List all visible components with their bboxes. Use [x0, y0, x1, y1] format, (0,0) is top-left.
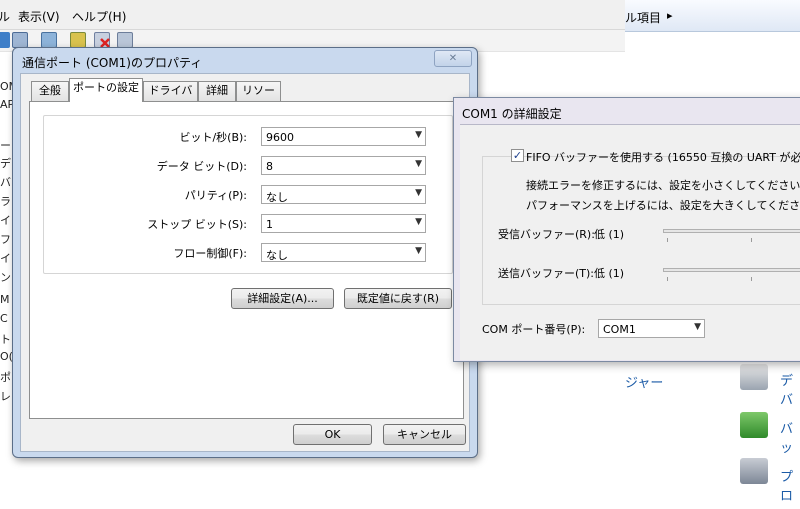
slider-tick	[667, 238, 668, 242]
tree-fragment: ン	[0, 271, 11, 284]
cancel-button[interactable]: キャンセル	[383, 424, 466, 445]
chevron-down-icon: ▼	[694, 322, 701, 332]
dialog-body: 全般 ポートの設定 ドライバー 詳細 リソース ビット/秒(B): 9600 ▼…	[20, 73, 470, 452]
cp-item-label[interactable]: プロ	[780, 466, 800, 504]
tab-details[interactable]: 詳細	[198, 81, 236, 101]
bits-per-second-select[interactable]: 9600 ▼	[261, 127, 426, 146]
tree-fragment: デ	[0, 157, 11, 170]
chevron-down-icon: ▼	[415, 130, 422, 140]
cp-item-label[interactable]: ジャー	[625, 372, 663, 391]
parity-value: なし	[266, 191, 288, 204]
cp-item-label[interactable]: バッ	[780, 418, 800, 456]
slider-tick	[667, 277, 668, 281]
menu-bar: ル 表示(V) ヘルプ(H)	[0, 0, 625, 30]
receive-buffer-slider[interactable]	[663, 229, 800, 233]
help-icon[interactable]	[41, 32, 57, 48]
com-port-number-value: COM1	[603, 323, 636, 336]
advanced-settings-dialog: COM1 の詳細設定 ✓ FIFO バッファーを使用する (16550 互換の …	[453, 97, 800, 362]
transmit-buffer-value: 低 (1)	[594, 267, 625, 280]
uninstall-icon[interactable]	[94, 32, 110, 48]
printer-icon[interactable]	[740, 364, 768, 390]
menu-item-view[interactable]: 表示(V)	[18, 8, 60, 25]
breadcrumb-label[interactable]: ル項目	[625, 9, 661, 26]
cp-item-label[interactable]: デバ	[780, 370, 800, 408]
tab-resources[interactable]: リソース	[236, 81, 281, 115]
com-port-number-label: COM ポート番号(P):	[482, 323, 586, 336]
fifo-checkbox-label[interactable]: FIFO バッファーを使用する (16550 互換の UART が必要)(U	[526, 149, 800, 165]
programs-icon[interactable]	[740, 458, 768, 484]
com-port-number-select[interactable]: COM1 ▼	[598, 319, 705, 338]
tree-fragment: C	[0, 312, 8, 325]
data-bits-label: データ ビット(D):	[156, 160, 247, 173]
dialog-body: ✓ FIFO バッファーを使用する (16550 互換の UART が必要)(U…	[460, 124, 800, 360]
dialog-title: COM1 の詳細設定	[462, 107, 562, 121]
properties-icon[interactable]	[12, 32, 28, 48]
parity-label: パリティ(P):	[184, 189, 247, 202]
tree-fragment: フ	[0, 233, 11, 246]
stop-bits-label: ストップ ビット(S):	[147, 218, 247, 231]
tree-fragment: イ	[0, 252, 11, 265]
tree-fragment: M	[0, 293, 10, 306]
chevron-down-icon: ▼	[415, 246, 422, 256]
data-bits-value: 8	[266, 160, 273, 173]
stop-bits-value: 1	[266, 218, 273, 231]
ok-button[interactable]: OK	[293, 424, 372, 445]
slider-tick	[751, 277, 752, 281]
tab-general[interactable]: 全般	[31, 81, 69, 101]
settings-group: ビット/秒(B): 9600 ▼ データ ビット(D): 8 ▼ パリティ(P)…	[43, 115, 453, 274]
properties-dialog: 通信ポート (COM1)のプロパティ ✕ 全般 ポートの設定 ドライバー 詳細 …	[12, 47, 478, 458]
dialog-title: 通信ポート (COM1)のプロパティ	[22, 56, 203, 70]
tree-fragment: レ	[0, 390, 11, 403]
tree-fragment: イ	[0, 214, 11, 227]
tree-fragment: ト	[0, 333, 11, 346]
flow-control-select[interactable]: なし ▼	[261, 243, 426, 262]
fifo-checkbox[interactable]: ✓	[511, 149, 524, 162]
tree-fragment: ー	[0, 139, 11, 152]
hint-higher: パフォーマンスを上げるには、設定を大きくしてください。	[526, 199, 800, 212]
tree-fragment: ラ	[0, 195, 11, 208]
hint-lower: 接続エラーを修正するには、設定を小さくしてください。	[526, 179, 800, 192]
transmit-buffer-label: 送信バッファー(T):	[498, 267, 595, 280]
back-icon[interactable]	[0, 32, 10, 48]
scan-hardware-icon[interactable]	[117, 32, 133, 48]
tree-fragment: ポ	[0, 371, 11, 384]
backup-icon[interactable]	[740, 412, 768, 438]
breadcrumb[interactable]: ル項目 ▸	[625, 0, 800, 32]
chevron-down-icon: ▼	[415, 188, 422, 198]
tree-fragment: O(	[0, 350, 13, 363]
receive-buffer-label: 受信バッファー(R):	[498, 228, 595, 241]
transmit-buffer-slider[interactable]	[663, 268, 800, 272]
bits-per-second-value: 9600	[266, 131, 294, 144]
flow-control-value: なし	[266, 249, 288, 262]
receive-buffer-value: 低 (1)	[594, 228, 625, 241]
parity-select[interactable]: なし ▼	[261, 185, 426, 204]
tab-driver[interactable]: ドライバー	[143, 81, 198, 115]
breadcrumb-arrow-icon[interactable]: ▸	[667, 9, 673, 22]
bits-per-second-label: ビット/秒(B):	[179, 131, 247, 144]
tree-fragment: バ	[0, 176, 11, 189]
update-driver-icon[interactable]	[70, 32, 86, 48]
stop-bits-select[interactable]: 1 ▼	[261, 214, 426, 233]
restore-defaults-button[interactable]: 既定値に戻す(R)	[344, 288, 452, 309]
advanced-settings-button[interactable]: 詳細設定(A)...	[231, 288, 334, 309]
close-button[interactable]: ✕	[434, 50, 472, 67]
menu-item-help[interactable]: ヘルプ(H)	[72, 8, 126, 25]
flow-control-label: フロー制御(F):	[173, 247, 247, 260]
slider-tick	[751, 238, 752, 242]
tab-port-settings[interactable]: ポートの設定	[69, 78, 143, 102]
chevron-down-icon: ▼	[415, 217, 422, 227]
chevron-down-icon: ▼	[415, 159, 422, 169]
menu-item-file-fragment[interactable]: ル	[0, 8, 10, 25]
data-bits-select[interactable]: 8 ▼	[261, 156, 426, 175]
port-settings-panel: ビット/秒(B): 9600 ▼ データ ビット(D): 8 ▼ パリティ(P)…	[29, 101, 464, 419]
